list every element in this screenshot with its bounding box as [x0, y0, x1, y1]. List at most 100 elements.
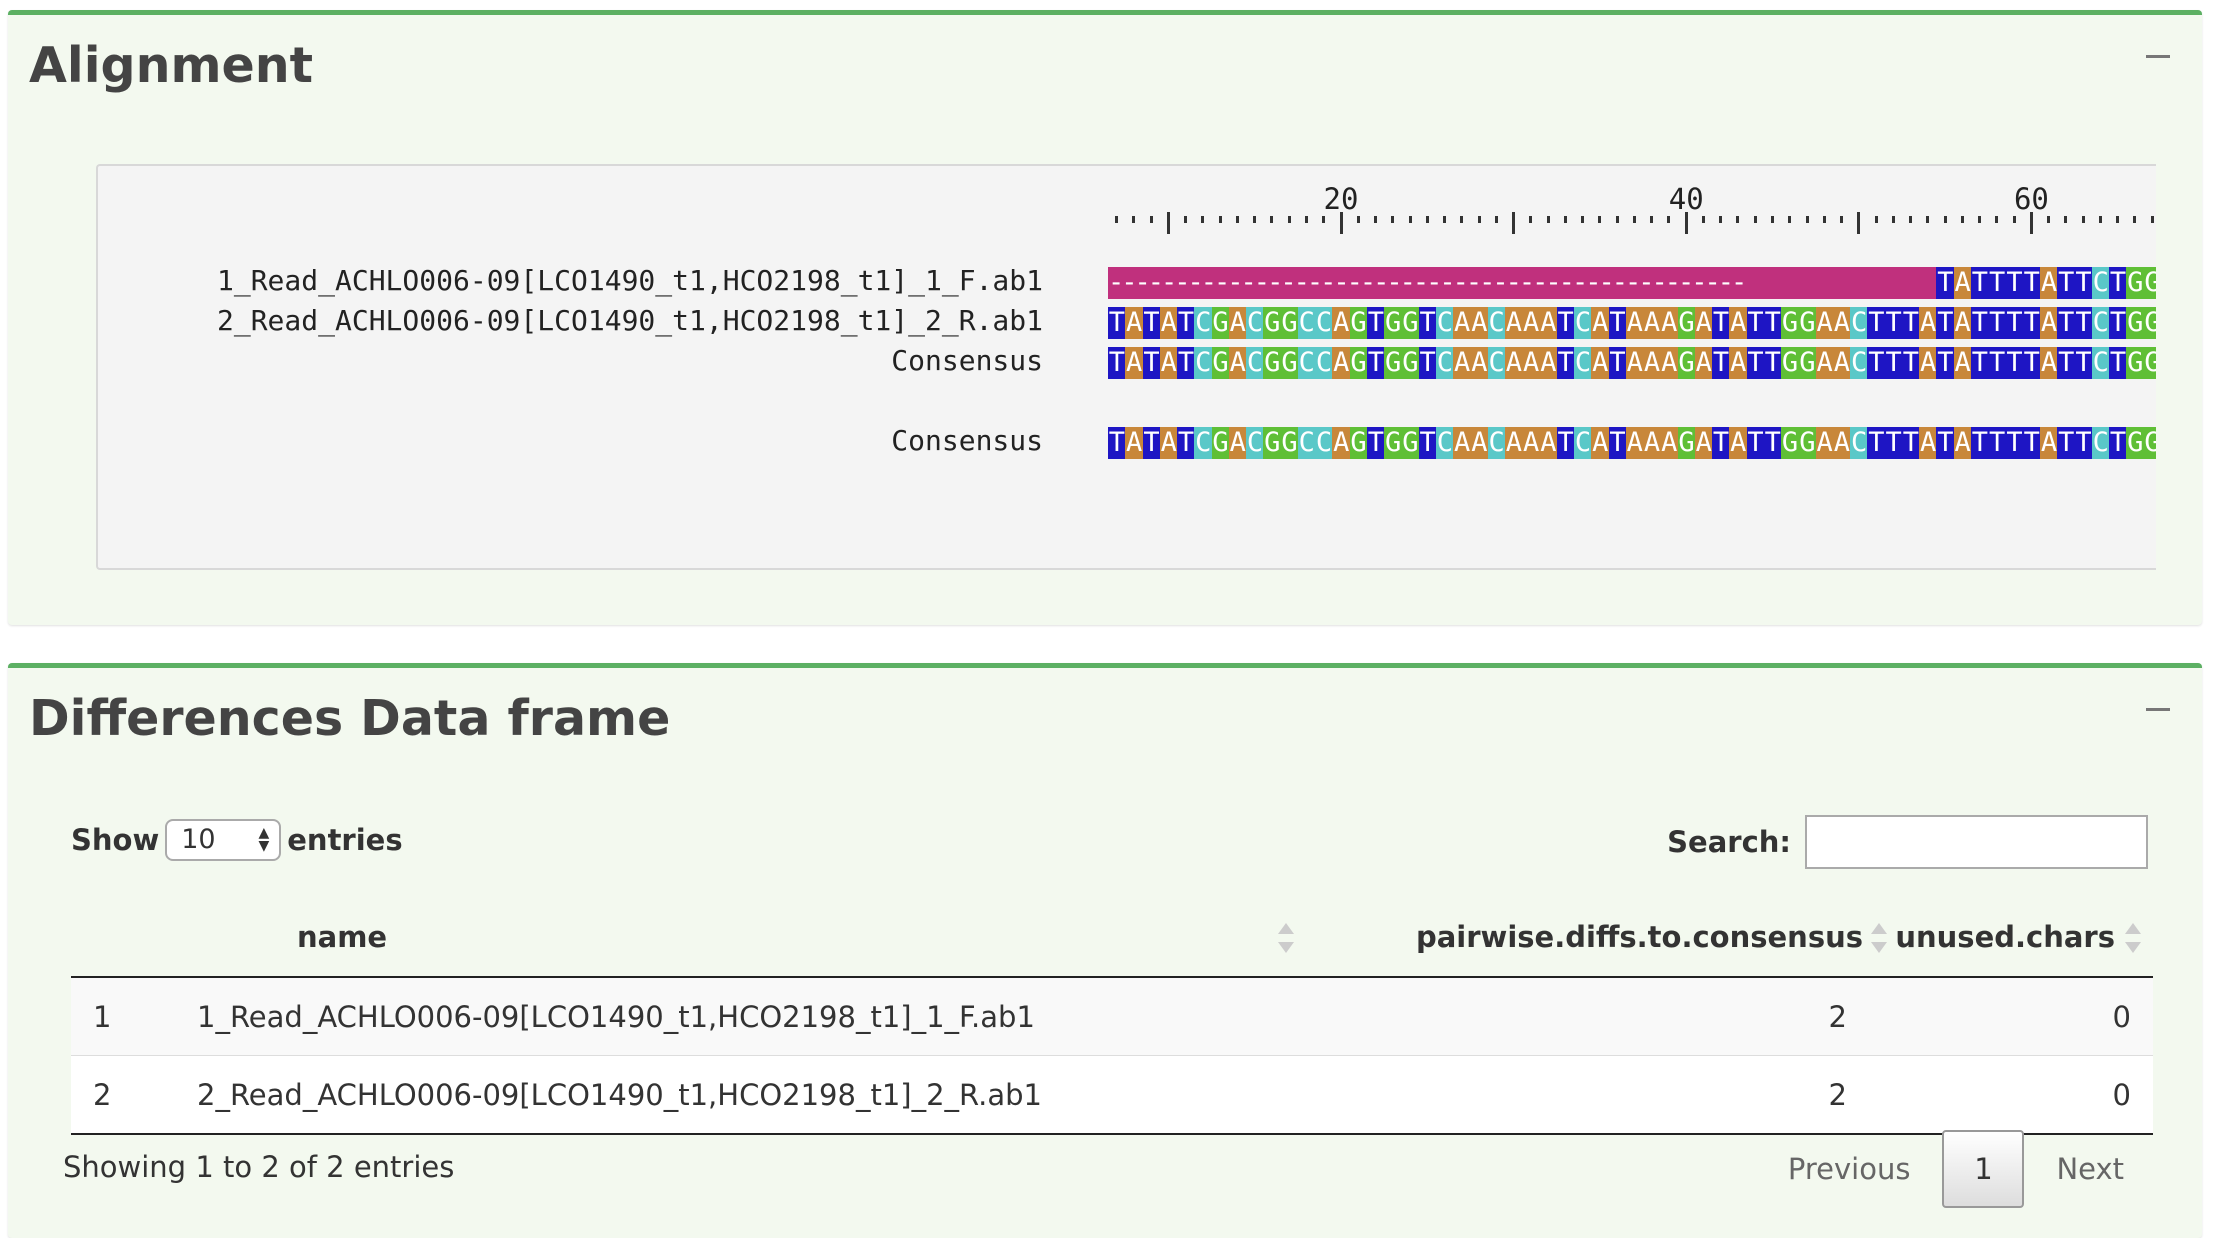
base-cell: G	[1384, 427, 1403, 459]
base-cell: T	[1556, 307, 1575, 339]
base-cell: A	[2040, 307, 2058, 339]
base-cell: G	[2143, 427, 2156, 459]
base-cell: T	[1746, 307, 1765, 339]
base-cell: T	[1142, 427, 1161, 459]
base-cell: A	[1159, 307, 1178, 339]
previous-page-button[interactable]: Previous	[1756, 1131, 1943, 1207]
ruler-label-20: 20	[1323, 182, 1359, 216]
entries-select-value: 10	[181, 824, 216, 855]
pagination: Previous 1 Next	[1756, 1130, 2156, 1208]
base-cell: T	[2074, 347, 2093, 379]
entries-select[interactable]: 10 ▲ ▼	[165, 819, 282, 861]
cell-index: 2	[71, 1055, 153, 1135]
base-cell: G	[1401, 347, 1420, 379]
base-cell: A	[1625, 307, 1644, 339]
base-cell: A	[1453, 307, 1472, 339]
base-cell: T	[1366, 307, 1385, 339]
base-cell: A	[1228, 427, 1247, 459]
ruler-tick	[2081, 216, 2085, 223]
ruler-tick	[1546, 216, 1550, 223]
base-cell: A	[1159, 427, 1178, 459]
base-cell: T	[1867, 427, 1886, 459]
base-cell: T	[1608, 307, 1627, 339]
base-cell: G	[1384, 307, 1403, 339]
base-cell: T	[2109, 427, 2127, 459]
base-cell: T	[1988, 347, 2007, 379]
base-cell: T	[1936, 307, 1955, 339]
base-cell: A	[1522, 347, 1541, 379]
base-cell: T	[1608, 347, 1627, 379]
column-header-name[interactable]: name	[153, 898, 1294, 978]
base-cell: T	[2074, 307, 2093, 339]
column-header-pairwise-diffs[interactable]: pairwise.diffs.to.consensus	[1293, 898, 1887, 978]
cell-unused-chars: 0	[1883, 1055, 2153, 1135]
base-cell: T	[1936, 427, 1955, 459]
base-cell: A	[1228, 347, 1247, 379]
position-ruler: 20 40 60	[1108, 166, 2156, 234]
column-header-unused-chars[interactable]: unused.chars	[1883, 898, 2153, 978]
ruler-tick	[1339, 212, 1343, 234]
search-control: Search:	[1667, 815, 2148, 869]
base-cell: T	[1142, 347, 1161, 379]
base-cell: G	[2143, 347, 2156, 379]
ruler-tick	[1443, 216, 1447, 223]
base-cell: G	[1781, 307, 1799, 339]
ruler-tick	[1356, 216, 1360, 223]
sequence-name: 2_Read_ACHLO006-09[LCO1490_t1,HCO2198_t1…	[216, 304, 1043, 337]
entries-length-control: Show 10 ▲ ▼ entries	[71, 819, 403, 861]
ruler-tick	[2133, 216, 2137, 223]
base-cell: T	[2057, 267, 2076, 299]
base-cell: A	[1332, 427, 1351, 459]
base-cell: T	[1746, 427, 1765, 459]
collapse-differences-button[interactable]	[2146, 708, 2170, 711]
base-cell: A	[1539, 427, 1558, 459]
table-row[interactable]: 1 1_Read_ACHLO006-09[LCO1490_t1,HCO2198_…	[71, 977, 2153, 1056]
table-row[interactable]: 2 2_Read_ACHLO006-09[LCO1490_t1,HCO2198_…	[71, 1055, 2153, 1135]
base-cell: C	[1297, 347, 1316, 379]
ruler-tick	[1391, 216, 1395, 223]
base-cell: C	[1574, 427, 1592, 459]
base-cell: T	[2109, 347, 2127, 379]
next-page-button[interactable]: Next	[2024, 1131, 2156, 1207]
ruler-tick	[1166, 212, 1170, 234]
base-cell: T	[2057, 427, 2076, 459]
base-cell: G	[2126, 427, 2145, 459]
column-header-index	[71, 898, 153, 978]
ruler-tick	[1322, 216, 1326, 223]
base-cell: A	[1832, 307, 1851, 339]
base-cell: C	[1435, 307, 1454, 339]
base-cell: A	[1453, 347, 1472, 379]
base-cell: T	[2109, 307, 2127, 339]
search-label: Search:	[1667, 825, 1791, 859]
base-cell: T	[1712, 427, 1730, 459]
ruler-tick	[1960, 216, 1964, 223]
ruler-tick	[1494, 216, 1498, 223]
cell-index: 1	[71, 977, 153, 1056]
base-cell: A	[1729, 347, 1748, 379]
cell-name: 1_Read_ACHLO006-09[LCO1490_t1,HCO2198_t1…	[153, 977, 1293, 1056]
base-cell: A	[1539, 347, 1558, 379]
ruler-tick	[1995, 216, 1999, 223]
base-cell: A	[1591, 307, 1610, 339]
ruler-tick	[1701, 216, 1705, 223]
base-cell: T	[1108, 347, 1126, 379]
ruler-tick	[1218, 216, 1222, 223]
page-1-button[interactable]: 1	[1942, 1130, 2025, 1208]
base-cell: A	[2040, 347, 2058, 379]
base-cell: G	[1211, 347, 1230, 379]
base-cell: T	[1884, 307, 1903, 339]
cell-pairwise-diffs: 2	[1293, 977, 1883, 1056]
base-cell: G	[1211, 307, 1230, 339]
collapse-alignment-button[interactable]	[2146, 55, 2170, 58]
base-cell: A	[1332, 307, 1351, 339]
base-cell: T	[1556, 427, 1575, 459]
ruler-tick	[1650, 216, 1654, 223]
ruler-tick	[1822, 216, 1826, 223]
base-cell: T	[1971, 347, 1989, 379]
base-cell: T	[2022, 427, 2041, 459]
base-cell: C	[1850, 307, 1869, 339]
base-cell: A	[1694, 427, 1713, 459]
search-input[interactable]	[1805, 815, 2148, 869]
base-cell: C	[2091, 307, 2110, 339]
ruler-tick	[2098, 216, 2102, 223]
